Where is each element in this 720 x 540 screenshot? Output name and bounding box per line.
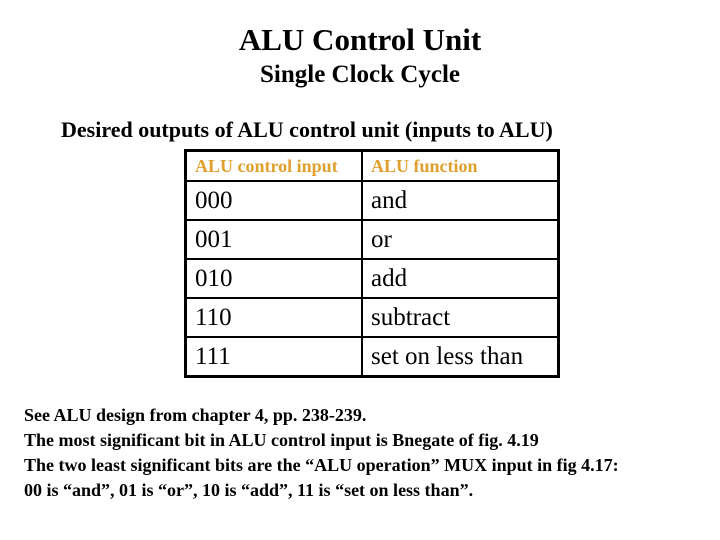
function-cell: add (361, 258, 560, 299)
note-line: The most significant bit in ALU control … (24, 430, 539, 450)
table-row: 001 or (184, 219, 560, 260)
table-row: 000 and (184, 180, 560, 221)
note-line: The two least significant bits are the “… (24, 455, 619, 475)
control-input-cell: 000 (184, 180, 363, 221)
header-alu-control-input: ALU control input (184, 149, 363, 182)
table-description: Desired outputs of ALU control unit (inp… (61, 117, 553, 142)
slide-subtitle: Single Clock Cycle (260, 61, 460, 88)
table-row: 111 set on less than (184, 336, 560, 378)
function-cell: set on less than (361, 336, 560, 378)
header-alu-function: ALU function (361, 149, 560, 182)
table-row: 110 subtract (184, 297, 560, 338)
function-cell: subtract (361, 297, 560, 338)
notes-block: See ALU design from chapter 4, pp. 238-2… (24, 403, 619, 503)
control-input-cell: 111 (184, 336, 363, 378)
control-input-cell: 001 (184, 219, 363, 260)
control-input-cell: 010 (184, 258, 363, 299)
note-line: 00 is “and”, 01 is “or”, 10 is “add”, 11… (24, 480, 474, 500)
slide-title: ALU Control Unit (238, 22, 482, 57)
control-input-cell: 110 (184, 297, 363, 338)
table-row: 010 add (184, 258, 560, 299)
table-header-row: ALU control input ALU function (184, 149, 560, 182)
function-cell: or (361, 219, 560, 260)
note-line: See ALU design from chapter 4, pp. 238-2… (24, 405, 367, 425)
function-cell: and (361, 180, 560, 221)
alu-control-table: ALU control input ALU function 000 and 0… (184, 149, 560, 378)
